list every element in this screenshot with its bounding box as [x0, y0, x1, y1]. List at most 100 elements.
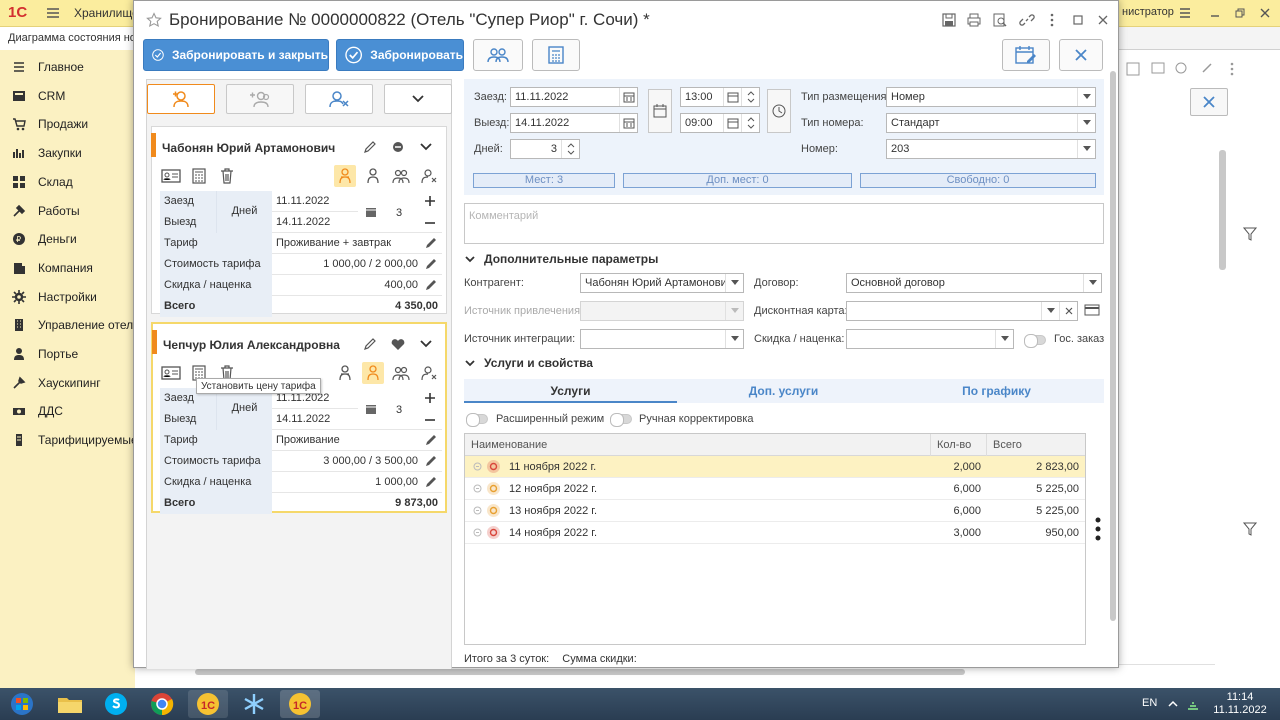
expand-row-icon[interactable]: [473, 482, 482, 495]
extra-params-header[interactable]: Дополнительные параметры: [464, 252, 658, 266]
snowflake-app-icon[interactable]: [234, 690, 274, 718]
table-row[interactable]: 13 ноября 2022 г. 6,000 5 225,00: [465, 500, 1085, 522]
settings-menu-icon[interactable]: [1176, 4, 1194, 22]
adult-icon[interactable]: [334, 165, 356, 187]
days-spinner-icon[interactable]: [561, 140, 579, 158]
sidebar-item[interactable]: Управление отелем: [0, 311, 135, 339]
chevron-down-icon[interactable]: [418, 336, 434, 352]
favorite-star-icon[interactable]: [146, 12, 162, 28]
edit-pencil-icon[interactable]: [424, 454, 438, 468]
col-qty[interactable]: Кол-во: [931, 434, 987, 456]
tariff-value[interactable]: Проживание + завтрак: [272, 233, 422, 254]
expand-row-icon[interactable]: [473, 504, 482, 517]
guest-days[interactable]: 3: [384, 400, 414, 421]
table-row[interactable]: 11 ноября 2022 г. 2,000 2 823,00: [465, 456, 1085, 478]
guests-group-button[interactable]: [473, 39, 523, 71]
days-field[interactable]: 3: [510, 139, 580, 159]
book-button[interactable]: Забронировать: [336, 39, 464, 71]
checkin-time-field[interactable]: 13:00: [680, 87, 760, 107]
contract-select[interactable]: Основной договор: [846, 273, 1102, 293]
increment-days-icon[interactable]: [422, 193, 438, 209]
integration-source-select[interactable]: [580, 329, 744, 349]
checkout-date-field[interactable]: 14.11.2022: [510, 113, 638, 133]
adult-icon[interactable]: [334, 362, 356, 384]
sidebar-item[interactable]: Хаускипинг: [0, 369, 135, 397]
checkin-date-field[interactable]: 11.11.2022: [510, 87, 638, 107]
row-menu-icon[interactable]: [1095, 517, 1101, 541]
dropdown-arrow-icon[interactable]: [1041, 302, 1059, 320]
card-icon[interactable]: [1084, 303, 1100, 319]
dropdown-arrow-icon[interactable]: [1077, 114, 1095, 132]
tab-room-status-diagram[interactable]: Диаграмма состояния ном: [0, 27, 150, 50]
save-icon[interactable]: [941, 12, 957, 28]
file-explorer-icon[interactable]: [50, 690, 90, 718]
time-spinner-icon[interactable]: [741, 114, 759, 132]
expand-row-icon[interactable]: [473, 526, 482, 539]
dropdown-arrow-icon[interactable]: [995, 330, 1013, 348]
background-close-button[interactable]: [1190, 88, 1228, 116]
guest-card-selected[interactable]: Чепчур Юлия Александровна Заезд Выезд Дн…: [151, 322, 447, 514]
network-icon[interactable]: [1186, 697, 1200, 711]
checkout-date[interactable]: 14.11.2022: [272, 212, 358, 233]
time-range-button[interactable]: [767, 89, 791, 133]
discount-value[interactable]: 1 000,00: [272, 472, 422, 493]
table-row[interactable]: 14 ноября 2022 г. 3,000 950,00: [465, 522, 1085, 544]
start-button[interactable]: [4, 690, 40, 718]
sidebar-item[interactable]: ₽ Деньги: [0, 225, 135, 253]
edit-pencil-icon[interactable]: [424, 236, 438, 250]
calendar-icon[interactable]: [619, 88, 637, 106]
discount-value[interactable]: 400,00: [272, 275, 422, 296]
chevron-down-icon[interactable]: [418, 139, 434, 155]
sidebar-item[interactable]: Работы: [0, 197, 135, 225]
tariff-value[interactable]: Проживание: [272, 430, 422, 451]
room-number-select[interactable]: 203: [886, 139, 1096, 159]
tariff-cost-value[interactable]: 1 000,00 / 2 000,00: [272, 254, 422, 275]
user-name[interactable]: нистратор: [1122, 6, 1174, 18]
maximize-icon[interactable]: [1070, 12, 1086, 28]
sidebar-item[interactable]: Продажи: [0, 110, 135, 138]
trash-icon[interactable]: [216, 165, 238, 187]
edit-pencil-icon[interactable]: [424, 257, 438, 271]
family-icon[interactable]: [390, 165, 412, 187]
heart-icon[interactable]: [390, 336, 406, 352]
dropdown-arrow-icon[interactable]: [1083, 274, 1101, 292]
edit-pencil-icon[interactable]: [424, 278, 438, 292]
add-group-button[interactable]: [226, 84, 294, 114]
edit-pencil-icon[interactable]: [424, 475, 438, 489]
link-icon[interactable]: [1019, 12, 1035, 28]
clear-icon[interactable]: [1059, 302, 1077, 320]
hamburger-menu-icon[interactable]: [44, 4, 62, 22]
expand-row-icon[interactable]: [473, 460, 482, 473]
tab-extra-services[interactable]: Доп. услуги: [677, 379, 890, 403]
filter-icon[interactable]: [1243, 226, 1257, 242]
sidebar-item[interactable]: Склад: [0, 168, 135, 196]
dropdown-arrow-icon[interactable]: [1077, 140, 1095, 158]
extended-mode-toggle[interactable]: [466, 413, 488, 427]
filter-icon[interactable]: [1243, 521, 1257, 537]
checkin-date[interactable]: 11.11.2022: [272, 191, 358, 212]
skype-icon[interactable]: [96, 690, 136, 718]
horizontal-scrollbar-thumb[interactable]: [195, 669, 965, 675]
restore-icon[interactable]: [1231, 4, 1249, 22]
chrome-icon[interactable]: [142, 690, 182, 718]
counterparty-select[interactable]: Чабонян Юрий Артамонович: [580, 273, 744, 293]
comment-field[interactable]: Комментарий: [464, 203, 1104, 244]
dialog-close-icon[interactable]: [1095, 12, 1111, 28]
sidebar-item[interactable]: Тарифицируемые з: [0, 426, 135, 454]
book-and-close-button[interactable]: Забронировать и закрыть: [143, 39, 329, 71]
col-total[interactable]: Всего: [987, 434, 1085, 456]
family-icon[interactable]: [390, 362, 412, 384]
print-icon[interactable]: [966, 12, 982, 28]
edit-pencil-icon[interactable]: [424, 433, 438, 447]
room-type-select[interactable]: Стандарт: [886, 113, 1096, 133]
increment-days-icon[interactable]: [422, 390, 438, 406]
person-remove-icon[interactable]: [418, 165, 440, 187]
minimize-icon[interactable]: [1206, 4, 1224, 22]
calendar-icon[interactable]: [364, 402, 378, 416]
guests-more-button[interactable]: [384, 84, 452, 114]
sidebar-item[interactable]: CRM: [0, 82, 135, 110]
window-close-icon[interactable]: [1256, 4, 1274, 22]
sidebar-item[interactable]: Настройки: [0, 283, 135, 311]
calendar-icon[interactable]: [364, 205, 378, 219]
discount-card-select[interactable]: [846, 301, 1078, 321]
